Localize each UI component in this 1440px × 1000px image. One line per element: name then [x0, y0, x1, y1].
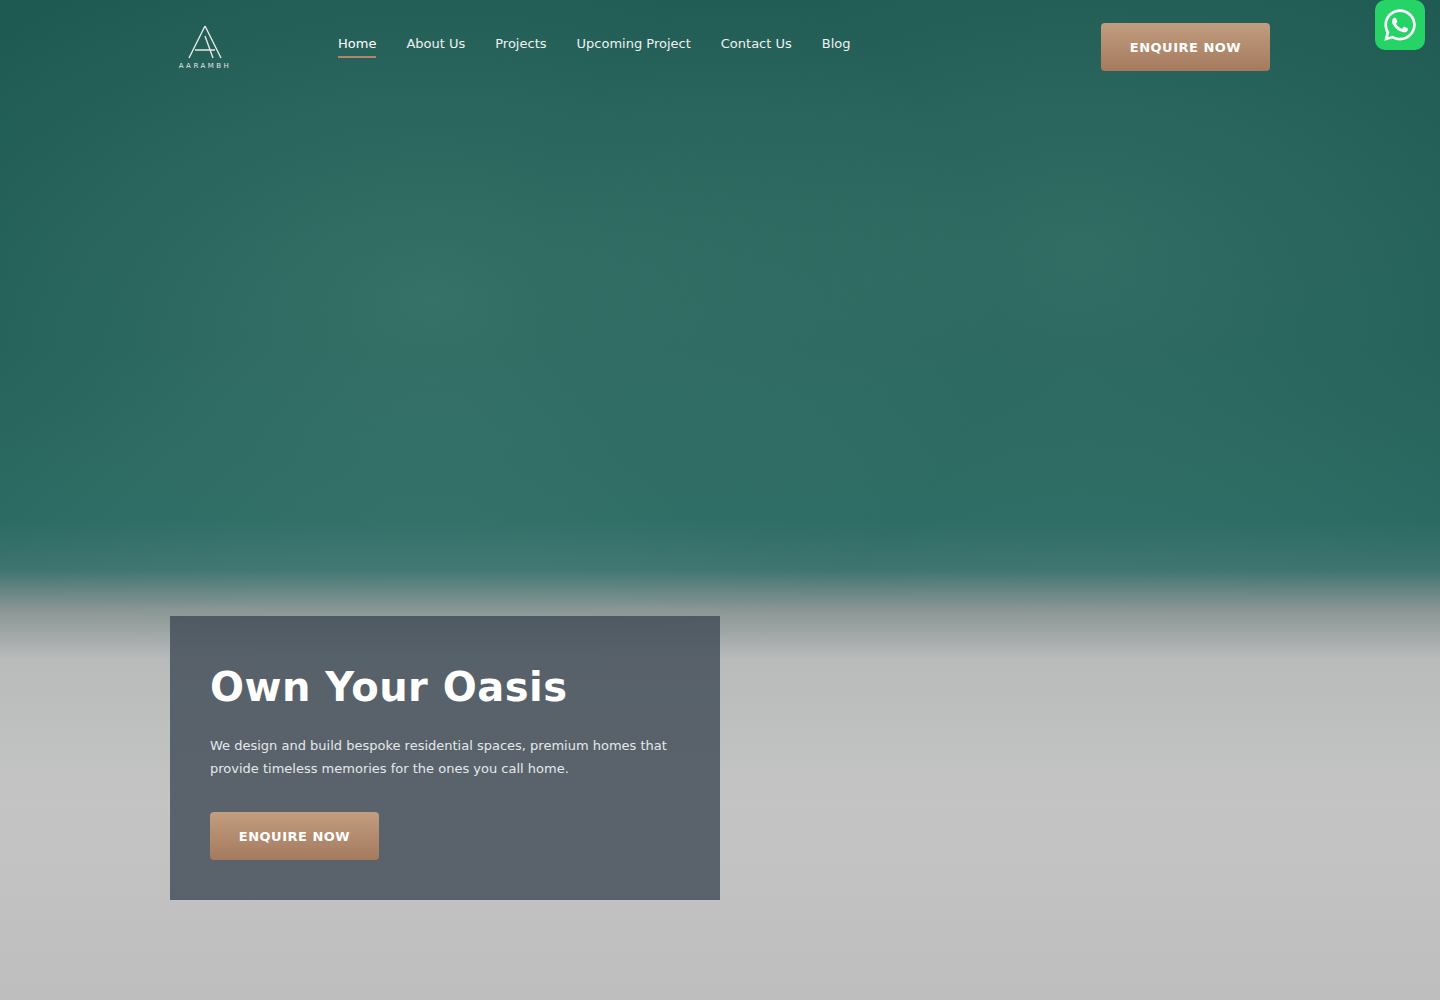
nav-item[interactable]: About Us	[406, 36, 465, 58]
header-enquire-button[interactable]: ENQUIRE NOW	[1101, 23, 1270, 71]
page: AARAMBH Home About Us Projects Upcoming Proj…	[0, 0, 1440, 1000]
hero-title: Own Your Oasis	[210, 664, 568, 710]
nav-item[interactable]: Home	[338, 36, 376, 58]
nav-item[interactable]: Blog	[822, 36, 851, 58]
nav-item[interactable]: Upcoming Project	[577, 36, 691, 58]
logo-text: AARAMBH	[179, 62, 232, 70]
nav-item[interactable]: Projects	[495, 36, 546, 58]
hero-enquire-button[interactable]: ENQUIRE NOW	[210, 812, 379, 860]
hero: Own Your Oasis We design and build bespok…	[0, 616, 1440, 1000]
hero-description: We design and build bespoke residential …	[210, 734, 680, 780]
main-nav: Home About Us Projects Upcoming Project Cont…	[338, 36, 851, 58]
logo-mark-icon	[185, 24, 225, 60]
whatsapp-icon	[1382, 7, 1418, 43]
hero-card: Own Your Oasis We design and build bespok…	[170, 616, 720, 900]
nav-item[interactable]: Contact Us	[721, 36, 792, 58]
whatsapp-button[interactable]	[1375, 0, 1425, 50]
header: AARAMBH Home About Us Projects Upcoming Proj…	[0, 0, 1440, 80]
logo[interactable]: AARAMBH	[172, 24, 238, 70]
